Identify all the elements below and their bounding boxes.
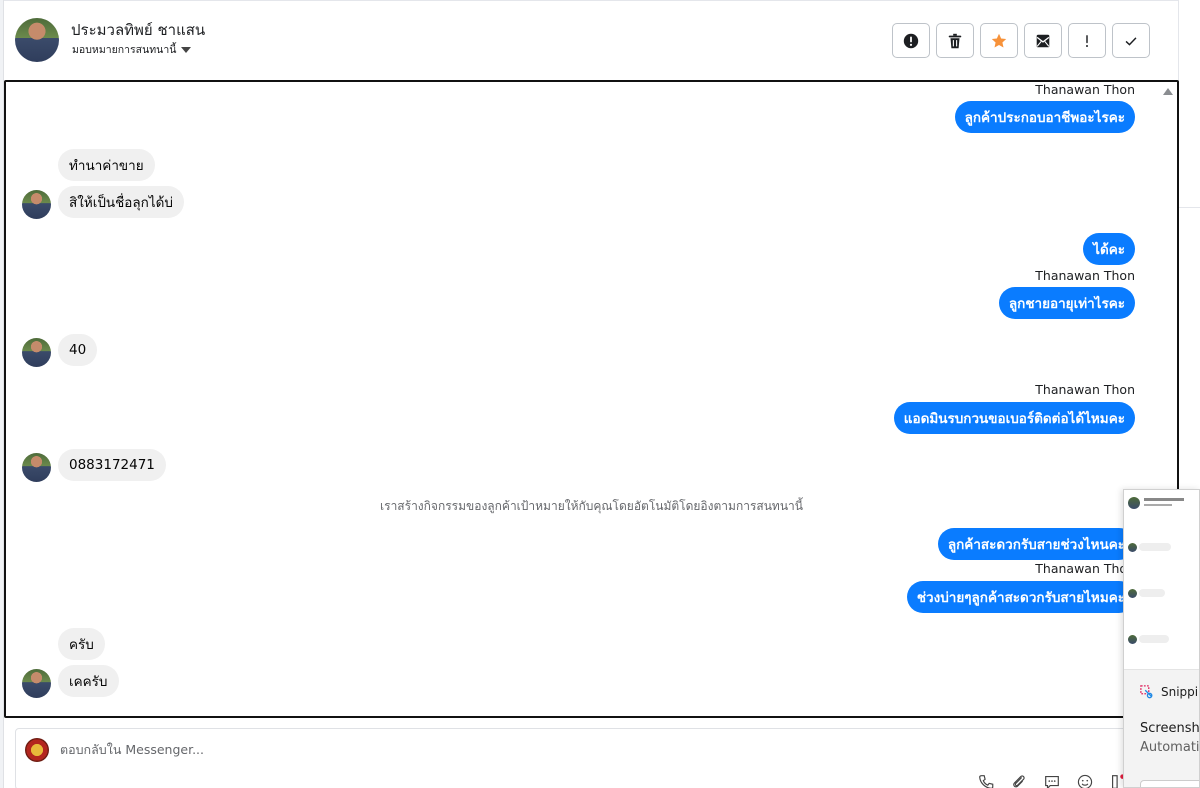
right-panel — [1178, 0, 1200, 490]
contact-avatar-small[interactable] — [22, 453, 51, 482]
delete-button[interactable] — [936, 23, 974, 58]
snipping-subtext: Automatic — [1140, 740, 1200, 755]
incoming-message[interactable]: เคครับ — [58, 665, 119, 697]
incoming-message[interactable]: 40 — [58, 334, 98, 366]
scroll-up-arrow-icon[interactable] — [1163, 88, 1173, 95]
thumbnail-avatar — [1128, 635, 1137, 644]
trash-icon — [948, 33, 962, 48]
thumbnail-bubble — [1139, 635, 1169, 643]
thumbnail-bubble — [1139, 589, 1165, 597]
contact-avatar-small[interactable] — [22, 190, 51, 219]
system-note: เราสร้างกิจกรรมของลูกค้าเป้าหมายให้กับคุ… — [380, 499, 803, 513]
assign-label: มอบหมายการสนทนานี้ — [72, 44, 177, 56]
outgoing-message[interactable]: ได้คะ — [1083, 233, 1135, 265]
thumbnail-line — [1144, 504, 1172, 506]
snipping-title: Snippi — [1140, 685, 1198, 699]
sender-name: Thanawan Thon — [1035, 268, 1135, 283]
contact-avatar-small[interactable] — [22, 338, 51, 367]
incoming-message[interactable]: 0883172471 — [58, 449, 166, 481]
screenshot-thumbnail[interactable] — [1124, 490, 1199, 670]
mark-unread-button[interactable] — [1024, 23, 1062, 58]
sender-name: Thanawan Thon — [1035, 382, 1135, 397]
attachment-icon[interactable] — [1009, 773, 1029, 788]
sender-name: Thanawan Thon — [1035, 82, 1135, 97]
conversation-actions — [892, 23, 1150, 58]
inbox-page: ประมวลทิพย์ ชาแสน มอบหมายการสนทนานี้ Tha… — [0, 0, 1200, 788]
outgoing-message[interactable]: ลูกชายอายุเท่าไรคะ — [998, 287, 1135, 319]
snipping-action-button[interactable] — [1140, 780, 1199, 787]
message-thread[interactable]: Thanawan Thon ลูกค้าประกอบอาชีพอะไรคะ ทำ… — [4, 80, 1179, 718]
thumbnail-avatar — [1128, 497, 1140, 509]
saved-replies-icon[interactable] — [1042, 773, 1062, 788]
conversation-header: ประมวลทิพย์ ชาแสน มอบหมายการสนทนานี้ — [4, 0, 1178, 80]
contact-name[interactable]: ประมวลทิพย์ ชาแสน — [71, 18, 205, 42]
phone-icon[interactable] — [976, 773, 996, 788]
snipping-notification[interactable]: Snippi Screensho Automatic — [1123, 489, 1200, 788]
done-button[interactable] — [1112, 23, 1150, 58]
contact-avatar[interactable] — [15, 18, 59, 62]
report-button[interactable] — [892, 23, 930, 58]
page-logo — [25, 738, 49, 762]
composer-tools — [976, 773, 1128, 788]
chevron-down-icon — [181, 46, 192, 53]
snipping-app-name: Snippi — [1161, 685, 1199, 699]
incoming-message[interactable]: ทำนาค่าขาย — [58, 149, 155, 181]
outgoing-message[interactable]: ลูกค้าสะดวกรับสายช่วงไหนคะ — [937, 528, 1135, 560]
outgoing-message[interactable]: ลูกค้าประกอบอาชีพอะไรคะ — [954, 101, 1135, 133]
sender-name: Thanawan Thon — [1035, 561, 1135, 576]
reply-composer — [15, 728, 1145, 788]
outgoing-message[interactable]: ช่วงบ่ายๆลูกค้าสะดวกรับสายไหมคะ — [906, 581, 1135, 613]
incoming-message[interactable]: ครับ — [58, 628, 105, 660]
snipping-tool-icon — [1140, 685, 1153, 699]
contact-avatar-small[interactable] — [22, 669, 51, 698]
star-button[interactable] — [980, 23, 1018, 58]
exclamation-icon — [1086, 34, 1088, 47]
thumbnail-avatar — [1128, 589, 1137, 598]
envelope-icon — [1036, 34, 1050, 47]
right-panel-divider — [1178, 207, 1200, 208]
alert-circle-icon — [903, 33, 919, 48]
thumbnail-bubble — [1139, 543, 1171, 551]
important-button[interactable] — [1068, 23, 1106, 58]
incoming-message[interactable]: สิให้เป็นชื่อลุกได้บ่ — [58, 186, 184, 218]
star-icon — [991, 33, 1007, 47]
assign-conversation-dropdown[interactable]: มอบหมายการสนทนานี้ — [72, 41, 192, 58]
check-icon — [1125, 36, 1137, 46]
emoji-icon[interactable] — [1075, 773, 1095, 788]
thumbnail-avatar — [1128, 543, 1137, 552]
thumbnail-line — [1144, 498, 1184, 501]
snipping-info: Snippi Screensho Automatic — [1124, 670, 1200, 787]
reply-input[interactable] — [60, 742, 660, 757]
snipping-message: Screensho — [1140, 721, 1200, 736]
outgoing-message[interactable]: แอดมินรบกวนขอเบอร์ติดต่อได้ไหมคะ — [893, 402, 1135, 434]
